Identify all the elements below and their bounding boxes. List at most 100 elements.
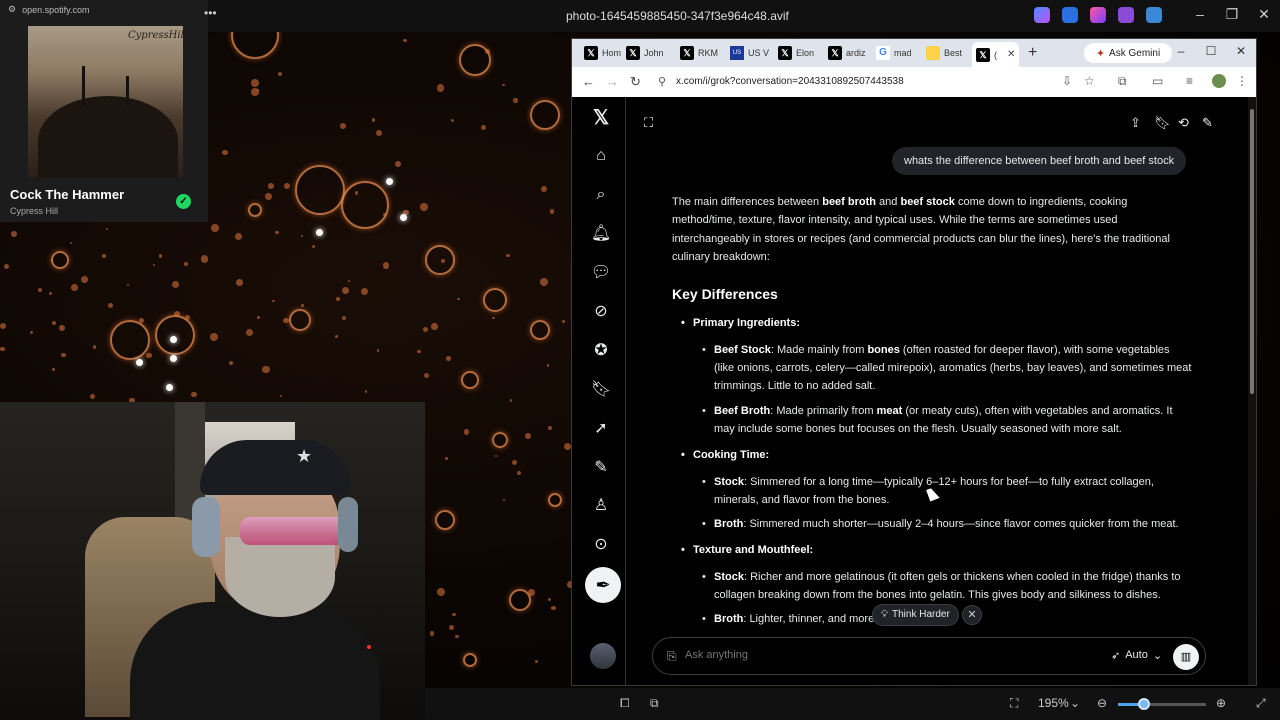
close-icon[interactable]: ✕ bbox=[1234, 44, 1248, 58]
omnibar: ← → ↻ ⚲ x.com/i/grok?conversation=204331… bbox=[572, 67, 1256, 97]
chevron-down-icon[interactable]: ⌄ bbox=[1070, 696, 1080, 710]
more-options-icon[interactable]: ••• bbox=[204, 6, 217, 20]
bokeh-dot bbox=[139, 318, 145, 324]
address-bar[interactable]: x.com/i/grok?conversation=20433108925074… bbox=[676, 76, 904, 87]
browser-tab[interactable]: Best bbox=[922, 43, 966, 63]
browser-tab[interactable]: Gmad bbox=[872, 43, 916, 63]
bookmark-icon[interactable]: 🔖︎ bbox=[1154, 115, 1171, 131]
drafts-icon[interactable]: ✎ bbox=[590, 457, 612, 479]
menu-icon[interactable]: ⋮ bbox=[1236, 74, 1248, 88]
x-favicon-icon: 𝕏 bbox=[778, 46, 792, 60]
bokeh-dot bbox=[457, 297, 460, 301]
page-scrollbar[interactable] bbox=[1248, 97, 1256, 685]
fullscreen-icon[interactable]: ⛶ bbox=[1010, 696, 1018, 711]
designer-icon[interactable] bbox=[1090, 7, 1106, 23]
clipchamp-icon[interactable] bbox=[1118, 7, 1134, 23]
zoom-out-icon[interactable]: ⊖ bbox=[1097, 696, 1107, 710]
tab-label: Best bbox=[944, 48, 963, 58]
ask-input[interactable] bbox=[685, 649, 1065, 661]
bokeh-ring bbox=[530, 100, 560, 130]
bokeh-ring bbox=[463, 653, 477, 667]
home-icon[interactable]: ⌂ bbox=[590, 145, 612, 167]
close-tab-icon[interactable]: ✕ bbox=[1007, 49, 1015, 60]
fit-icon[interactable]: ⧠ bbox=[620, 696, 630, 711]
spaces-rocket-icon[interactable]: ➚ bbox=[590, 418, 612, 440]
onedrive-icon[interactable] bbox=[1146, 7, 1162, 23]
notifications-icon[interactable]: 🔔︎ bbox=[590, 223, 612, 245]
bokeh-ring bbox=[548, 493, 562, 507]
browser-tab[interactable]: 𝕏 Elon bbox=[774, 43, 818, 63]
bokeh-dot bbox=[0, 322, 7, 330]
bokeh-dot bbox=[548, 425, 553, 430]
browser-tab[interactable]: 𝕏 Hom bbox=[580, 43, 625, 63]
scrollbar-thumb[interactable] bbox=[1250, 109, 1254, 394]
search-icon[interactable]: ⌕ bbox=[590, 184, 612, 206]
saved-check-icon[interactable]: ✓ bbox=[176, 194, 191, 209]
profile-icon[interactable]: ♙ bbox=[590, 495, 612, 517]
back-icon[interactable]: ← bbox=[582, 74, 595, 89]
new-chat-icon[interactable]: ✎ bbox=[1202, 115, 1213, 131]
minimize-icon[interactable]: – bbox=[1190, 6, 1210, 22]
grok-icon[interactable]: ⊘ bbox=[590, 301, 612, 323]
extensions-icon[interactable]: ⧉ bbox=[1118, 74, 1127, 89]
messages-icon[interactable]: 💬︎ bbox=[590, 262, 612, 284]
bokeh-dot bbox=[211, 224, 219, 232]
zoom-level[interactable]: 195% bbox=[1038, 696, 1069, 710]
install-icon[interactable]: ⇩ bbox=[1062, 74, 1072, 88]
history-icon[interactable]: ⟲ bbox=[1178, 115, 1189, 131]
bokeh-dot bbox=[445, 356, 451, 362]
compose-post-button[interactable]: ✒ bbox=[585, 567, 621, 603]
think-harder-chip[interactable]: 💡︎ Think Harder bbox=[872, 604, 959, 626]
browser-tab[interactable]: 𝕏 John bbox=[622, 43, 668, 63]
profile-avatar[interactable] bbox=[1212, 74, 1226, 88]
bookmarks-icon[interactable]: 🔖︎ bbox=[590, 379, 612, 401]
close-icon[interactable]: ✕ bbox=[1254, 6, 1274, 23]
user-avatar[interactable] bbox=[590, 643, 616, 669]
lightbulb-icon: 💡︎ bbox=[881, 609, 888, 620]
x-logo-icon[interactable]: 𝕏 bbox=[590, 107, 612, 129]
chrome-window: 𝕏 Hom 𝕏 John 𝕏 RKM US US V 𝕏 Elon 𝕏ardiz Gmad Best 𝕏(… bbox=[571, 38, 1257, 686]
share-icon[interactable]: ⇪ bbox=[1130, 115, 1141, 131]
new-tab-button[interactable]: + bbox=[1028, 44, 1037, 62]
zoom-slider[interactable] bbox=[1118, 698, 1206, 710]
bookmark-star-icon[interactable]: ☆ bbox=[1084, 74, 1095, 88]
bokeh-dot bbox=[52, 320, 57, 326]
maximize-icon[interactable]: ☐ bbox=[1204, 44, 1218, 58]
dismiss-think-icon[interactable]: ✕ bbox=[962, 605, 982, 625]
more-icon[interactable]: ⊙ bbox=[590, 534, 612, 556]
bokeh-dot bbox=[492, 316, 495, 320]
edit-icon[interactable] bbox=[1062, 7, 1078, 23]
track-title[interactable]: Cock The Hammer bbox=[10, 187, 124, 202]
browser-tab[interactable]: 𝕏ardiz bbox=[824, 43, 870, 63]
expand-icon[interactable]: ⛶ bbox=[644, 115, 653, 131]
site-info-icon[interactable]: ⚲ bbox=[658, 75, 666, 88]
ask-gemini-button[interactable]: ✦ Ask Gemini bbox=[1084, 43, 1172, 63]
attach-icon[interactable]: ⎘ bbox=[667, 649, 677, 664]
x-favicon-icon: 𝕏 bbox=[976, 47, 990, 62]
forward-icon[interactable]: → bbox=[606, 74, 619, 89]
track-artist[interactable]: Cypress Hill bbox=[10, 206, 58, 216]
mode-selector[interactable]: ➶ Auto ⌄ bbox=[1111, 649, 1162, 662]
expand-icon[interactable]: ⤢ bbox=[1256, 696, 1266, 711]
browser-tab[interactable]: 𝕏 RKM bbox=[676, 43, 722, 63]
browser-tab[interactable]: US US V bbox=[726, 43, 773, 63]
rocket-icon: ➶ bbox=[1111, 650, 1121, 662]
copilot-icon[interactable] bbox=[1034, 7, 1050, 23]
info-icon[interactable]: ⧉ bbox=[650, 696, 659, 711]
browser-tab[interactable]: 𝕏 (✕ bbox=[972, 42, 1020, 67]
maximize-icon[interactable]: ❐ bbox=[1222, 6, 1242, 23]
bokeh-dot bbox=[279, 394, 283, 398]
bokeh-dot bbox=[221, 149, 228, 156]
bokeh-highlight bbox=[166, 384, 173, 391]
verified-icon[interactable]: ✪ bbox=[590, 340, 612, 362]
bokeh-dot bbox=[251, 88, 260, 97]
voice-mode-icon[interactable]: ▥ bbox=[1173, 644, 1199, 670]
split-view-icon[interactable]: ▭ bbox=[1152, 74, 1163, 88]
bokeh-dot bbox=[436, 84, 445, 93]
desktop-stage: photo-1645459885450-347f3e964c48.avif – … bbox=[0, 0, 1280, 720]
reload-icon[interactable]: ↻ bbox=[630, 74, 641, 90]
minimize-icon[interactable]: – bbox=[1174, 44, 1188, 58]
reading-list-icon[interactable]: ≡ bbox=[1186, 74, 1193, 88]
zoom-in-icon[interactable]: ⊕ bbox=[1216, 696, 1226, 710]
x-favicon-icon: 𝕏 bbox=[680, 46, 694, 60]
